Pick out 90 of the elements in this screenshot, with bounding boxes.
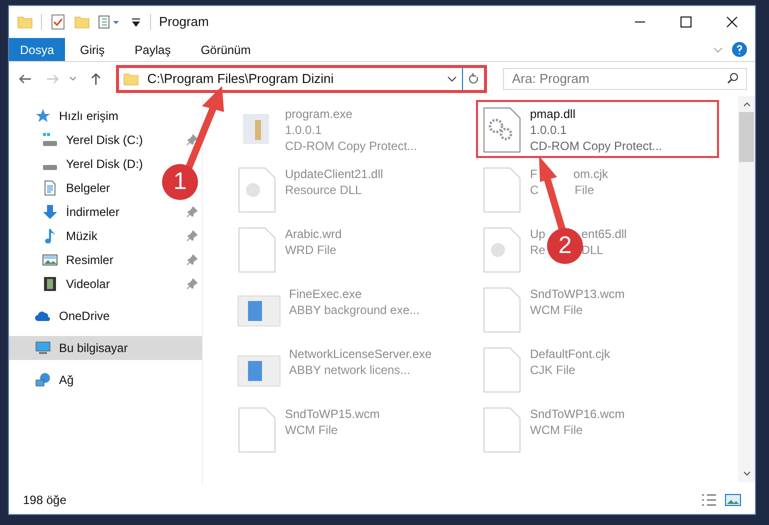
- file-icon: [237, 406, 277, 454]
- close-icon: [726, 16, 738, 28]
- tiles-view-icon[interactable]: [725, 494, 741, 506]
- nav-item[interactable]: Belgeler: [42, 176, 110, 200]
- file-detail: WCM File: [530, 422, 583, 438]
- file-detail: 1.0.0.1: [530, 122, 567, 138]
- file-detail: Re: [530, 242, 546, 258]
- folder-icon: [17, 14, 33, 30]
- search-icon: [727, 72, 740, 84]
- ribbon-tab[interactable]: Paylaş: [120, 38, 186, 61]
- nav-item[interactable]: Ağ: [35, 368, 74, 392]
- pin-icon[interactable]: [186, 254, 198, 266]
- file-detail: WCM File: [530, 302, 583, 318]
- file-icon: [482, 226, 522, 274]
- scrollbar-thumb[interactable]: [739, 112, 754, 162]
- details-view-icon[interactable]: [701, 494, 717, 506]
- file-detail: ABBY network licens...: [289, 362, 410, 378]
- file-icon: [482, 286, 522, 334]
- ribbon-tab[interactable]: Görünüm: [186, 38, 266, 61]
- pin-icon[interactable]: [186, 134, 198, 146]
- nav-item[interactable]: Hızlı erişim: [35, 104, 118, 128]
- search-field[interactable]: Ara: Program: [503, 68, 748, 90]
- file-name: Arabic.wrd: [285, 226, 342, 242]
- scrollbar[interactable]: [738, 96, 755, 482]
- chevron-down-icon[interactable]: [68, 75, 76, 83]
- file-detail: CD-ROM Copy Protect...: [530, 138, 662, 154]
- file-name: Up: [530, 226, 546, 242]
- new-folder-icon: [74, 14, 90, 30]
- file-detail: File: [574, 182, 594, 198]
- chevron-down-icon[interactable]: [742, 470, 750, 478]
- file-detail: C: [530, 182, 539, 198]
- down-arrow-icon: [42, 204, 58, 220]
- nav-item[interactable]: Resimler: [42, 248, 114, 272]
- item-count: 198 öğe: [23, 492, 66, 509]
- drive-icon: [42, 165, 58, 170]
- file-detail: DLL: [581, 242, 604, 258]
- file-name: DefaultFont.cjk: [530, 346, 610, 362]
- file-detail: WRD File: [285, 242, 336, 258]
- file-icon: [237, 226, 277, 274]
- ribbon-tab[interactable]: Giriş: [65, 38, 120, 61]
- file-name: om.cjk: [573, 166, 608, 182]
- drive-icon: [42, 132, 58, 148]
- nav-item[interactable]: Müzik: [42, 224, 98, 248]
- refresh-icon: [468, 73, 480, 85]
- file-icon: [482, 406, 522, 454]
- nav-item[interactable]: OneDrive: [35, 304, 110, 328]
- file-name: F: [530, 166, 538, 182]
- file-detail: Resource DLL: [285, 182, 362, 198]
- film-icon: [42, 276, 58, 292]
- file-detail: ABBY background exe...: [289, 302, 420, 318]
- chevron-up-icon[interactable]: [742, 100, 750, 108]
- file-name: SndToWP13.wcm: [530, 286, 625, 302]
- properties-icon[interactable]: [98, 14, 122, 30]
- ribbon-tab[interactable]: Dosya: [9, 38, 65, 61]
- network-icon: [35, 372, 51, 388]
- file-detail: 1.0.0.1: [285, 122, 322, 138]
- file-name: SndToWP15.wcm: [285, 406, 380, 422]
- file-name: SndToWP16.wcm: [530, 406, 625, 422]
- file-icon: [237, 166, 277, 214]
- file-name: FineExec.exe: [289, 286, 362, 302]
- file-item[interactable]: pmap.dll 1.0.0.1 CD-ROM Copy Protect...: [476, 100, 719, 158]
- nav-item[interactable]: Yerel Disk (C:): [42, 128, 143, 152]
- window-title: Program: [159, 13, 209, 32]
- nav-item[interactable]: İndirmeler: [42, 200, 120, 224]
- file-icon: [482, 346, 522, 394]
- help-icon[interactable]: [732, 42, 747, 57]
- checklist-icon[interactable]: [50, 14, 66, 30]
- file-detail: CJK File: [530, 362, 576, 378]
- nav-item[interactable]: Yerel Disk (D:): [42, 152, 143, 176]
- file-name: program.exe: [285, 106, 352, 122]
- nav-item[interactable]: Videolar: [42, 272, 110, 296]
- pin-icon[interactable]: [186, 206, 198, 218]
- file-icon: [482, 166, 522, 214]
- folder-icon: [123, 71, 140, 87]
- file-detail: WCM File: [285, 422, 338, 438]
- address-field[interactable]: C:\Program Files\Program Dizini: [119, 68, 462, 90]
- computer-icon: [35, 340, 51, 356]
- document-icon: [42, 180, 58, 196]
- picture-icon: [42, 252, 58, 268]
- caret-icon[interactable]: [130, 16, 142, 28]
- file-detail: CD-ROM Copy Protect...: [285, 138, 418, 154]
- file-name: ent65.dll: [581, 226, 627, 242]
- file-name: UpdateClient21.dll: [285, 166, 384, 182]
- star-icon: [35, 108, 51, 124]
- pin-icon[interactable]: [186, 278, 198, 290]
- maximize-icon: [680, 16, 692, 28]
- pin-icon[interactable]: [186, 230, 198, 242]
- file-name: pmap.dll: [530, 106, 576, 122]
- gear-file-icon: [482, 106, 522, 154]
- file-name: NetworkLicenseServer.exe: [289, 346, 432, 362]
